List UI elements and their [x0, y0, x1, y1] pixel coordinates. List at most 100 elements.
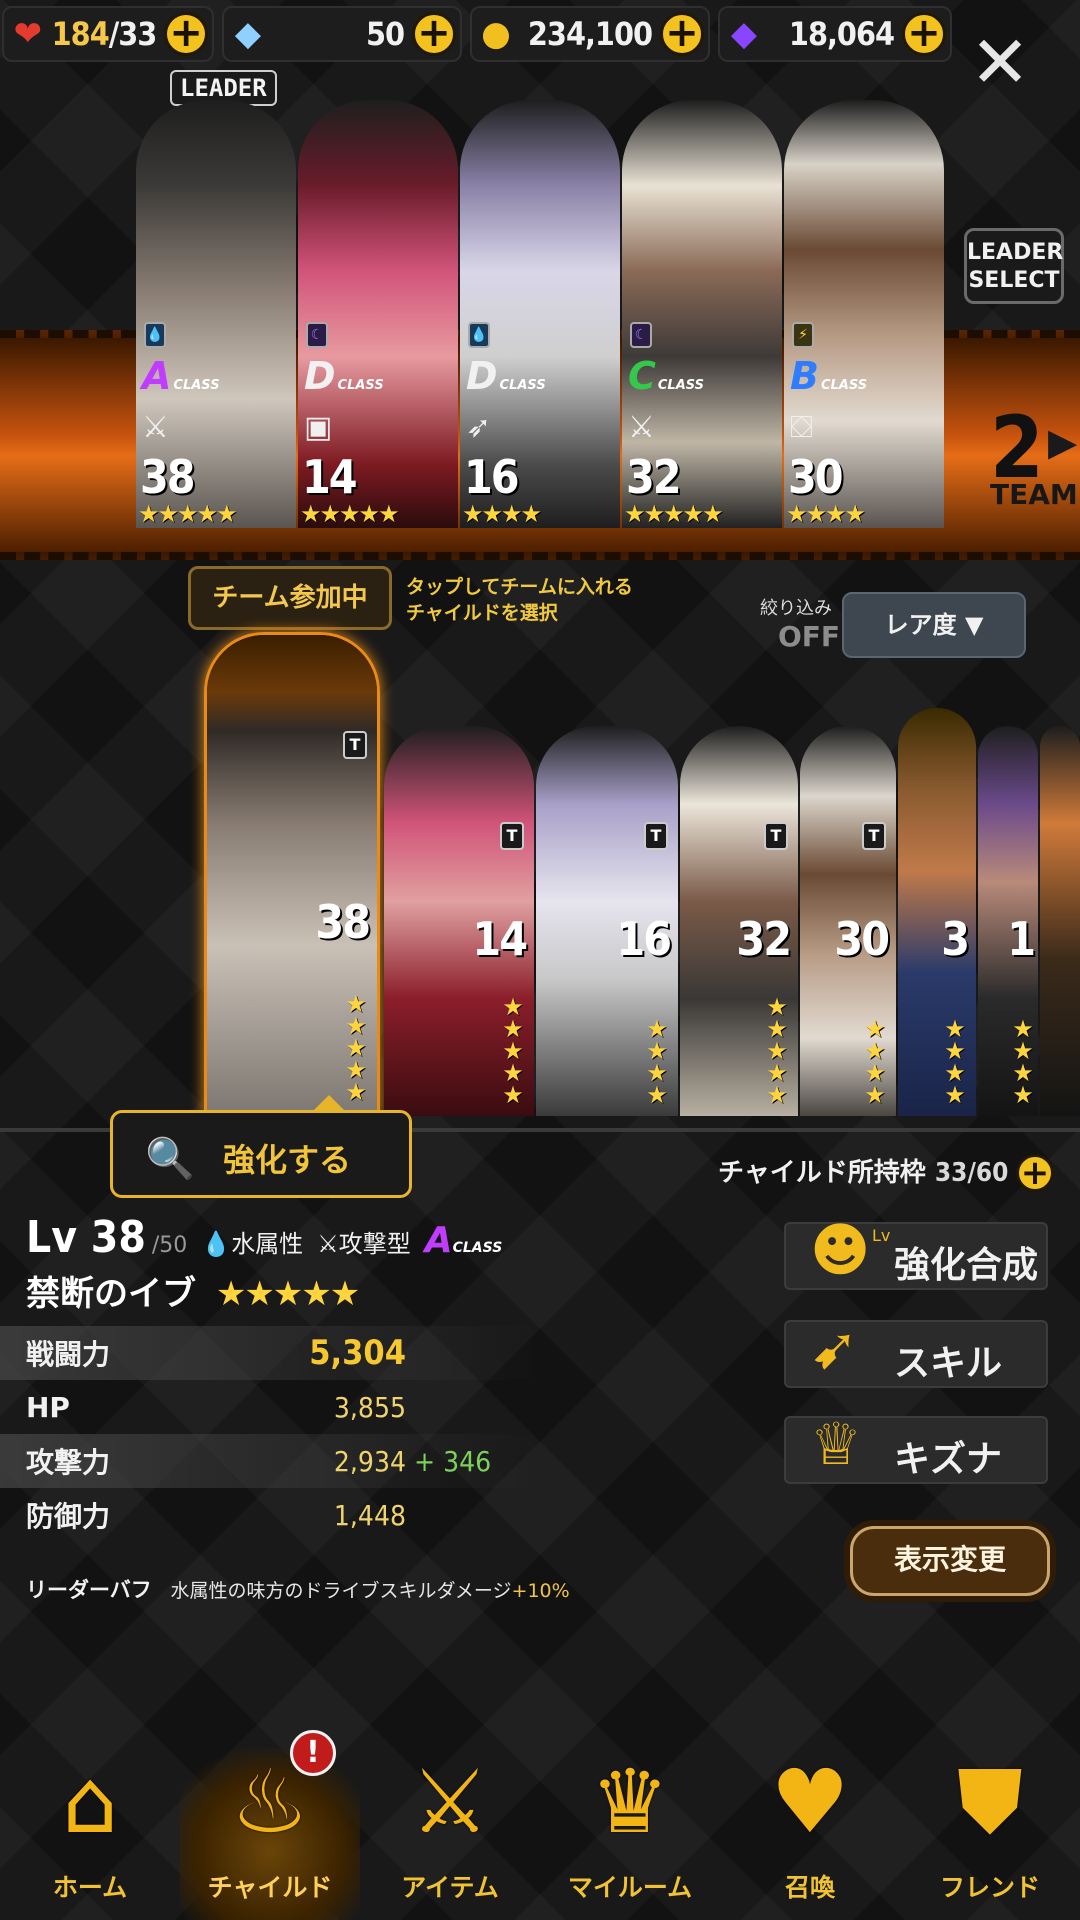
winged-emblem-icon: ♕	[810, 1410, 862, 1478]
member-stars: ★★★★	[462, 500, 542, 528]
add-stamina-button[interactable]: +	[164, 12, 208, 56]
enhance-synthesis-button[interactable]: ☻ Lv 強化合成	[784, 1216, 1048, 1290]
add-capacity-button[interactable]: +	[1016, 1154, 1054, 1192]
roster-level: 30	[834, 912, 890, 966]
attack-type-icon: ⚔	[628, 410, 655, 445]
nav-child[interactable]: ♨ チャイルド	[180, 1748, 360, 1920]
level-line: Lv 38 /50 💧水属性 ⚔攻撃型 ACLASS	[26, 1212, 502, 1263]
diamond-icon: ◆	[730, 14, 758, 54]
shield-icon: ⛊	[956, 1750, 1023, 1853]
class-letter: C	[628, 354, 656, 398]
close-button[interactable]: ✕	[968, 26, 1032, 98]
nav-summon[interactable]: ♥ 召喚	[720, 1748, 900, 1920]
roster-stars: ★ ★ ★ ★ ★	[502, 993, 524, 1109]
water-icon: 💧	[468, 322, 490, 348]
team-member-card[interactable]: 💧 D CLASS ➶ 16 ★★★★	[460, 100, 620, 528]
person-level-icon: ☻	[810, 1216, 871, 1284]
nav-item[interactable]: ⚔ アイテム	[360, 1748, 540, 1920]
leader-select-button[interactable]: LEADER SELECT	[964, 228, 1064, 304]
leader-select-label: LEADER SELECT	[967, 240, 1064, 293]
child-level: Lv 38	[26, 1212, 146, 1263]
enhance-label: 強化する	[223, 1141, 352, 1179]
team-member-card[interactable]: 💧 A CLASS ⚔ 38 ★★★★★	[136, 100, 296, 528]
member-level: 14	[302, 450, 358, 504]
stat-row: 攻撃力 2,934 + 346	[0, 1434, 540, 1488]
child-name: 禁断のイブ	[26, 1274, 196, 1314]
roster-card-selected[interactable]: T 38 ★ ★ ★ ★ ★	[204, 632, 380, 1116]
gold-icon: ●	[481, 14, 511, 54]
roster-card[interactable]: 3 ★ ★ ★ ★	[898, 708, 976, 1116]
roster-level: 16	[616, 912, 672, 966]
stamina-counter: ❤ 184/33 +	[2, 6, 214, 62]
team-member-card[interactable]: ⚡ B CLASS ⛋ 30 ★★★★	[784, 100, 944, 528]
stamina-max: 33	[118, 15, 157, 53]
dark-icon: ☾	[306, 322, 328, 348]
defense-type-icon: ▣	[304, 410, 333, 445]
roster-stars: ★ ★ ★ ★	[1012, 1015, 1034, 1109]
roster-card[interactable]	[1040, 726, 1080, 1116]
dark-icon: ☾	[630, 322, 652, 348]
add-gem-button[interactable]: +	[412, 12, 456, 56]
team-tag-icon: T	[500, 822, 524, 850]
gem-value: 50	[365, 15, 405, 53]
roster-card[interactable]: 1 ★ ★ ★ ★	[978, 726, 1038, 1116]
sword-shield-icon: ⚔	[410, 1750, 490, 1853]
filter-label: 絞り込み	[760, 598, 832, 619]
crystal-value: 18,064	[788, 15, 895, 53]
nav-home[interactable]: ⌂ ホーム	[0, 1748, 180, 1920]
child-level-max: /50	[151, 1233, 188, 1258]
team-tag-icon: T	[343, 731, 367, 759]
selection-hint: タップしてチームに入れる チャイルドを選択	[406, 576, 633, 624]
nav-friend[interactable]: ⛊ フレンド	[900, 1748, 1080, 1920]
stamina-current: 184	[51, 15, 110, 53]
team-tag-icon: T	[862, 822, 886, 850]
bottom-nav: ⌂ ホーム ♨ チャイルド ⚔ アイテム ♛ マイルーム ♥ 召喚 ⛊ フレンド	[0, 1748, 1080, 1920]
crystal-counter: ◆ 18,064 +	[718, 6, 952, 62]
crown-icon: ♛	[590, 1750, 670, 1853]
element-label: 水属性	[231, 1230, 304, 1258]
nav-myroom[interactable]: ♛ マイルーム	[540, 1748, 720, 1920]
gold-counter: ● 234,100 +	[470, 6, 710, 62]
team-member-card[interactable]: ☾ C CLASS ⚔ 32 ★★★★★	[622, 100, 782, 528]
skill-button[interactable]: ➹ スキル	[784, 1314, 1048, 1388]
roster-card[interactable]: T 14 ★ ★ ★ ★ ★	[384, 726, 534, 1116]
type-label: 攻撃型	[338, 1230, 411, 1258]
member-level: 16	[464, 450, 520, 504]
joined-team-button[interactable]: チーム参加中	[188, 566, 392, 630]
roster-stars: ★ ★ ★ ★ ★	[766, 993, 788, 1109]
stat-row: HP 3,855	[26, 1390, 406, 1424]
add-crystal-button[interactable]: +	[902, 12, 946, 56]
search-icon: 🔍	[145, 1136, 195, 1182]
view-change-button[interactable]: 表示変更	[850, 1526, 1050, 1596]
member-stars: ★★★★★	[138, 500, 238, 528]
balance-type-icon: ⛋	[790, 410, 813, 445]
class-letter: A	[424, 1220, 453, 1261]
kizuna-button[interactable]: ♕ キズナ	[784, 1410, 1048, 1484]
light-icon: ⚡	[792, 322, 814, 348]
roster-level: 3	[941, 912, 970, 966]
gem-icon: ◆	[234, 14, 262, 54]
potion-icon: ♥	[770, 1750, 850, 1853]
team-member-card[interactable]: ☾ D CLASS ▣ 14 ★★★★★	[298, 100, 458, 528]
add-gold-button[interactable]: +	[660, 12, 704, 56]
enhance-button[interactable]: 🔍 強化する	[110, 1095, 412, 1198]
character-portrait	[1040, 726, 1080, 1116]
roster-card[interactable]: T 16 ★ ★ ★ ★	[536, 726, 678, 1116]
roster-card[interactable]: T 30 ★ ★ ★ ★	[800, 726, 896, 1116]
roster-level: 1	[1007, 912, 1036, 966]
resource-bar: ❤ 184/33 + ◆ 50 + ● 234,100 + ◆ 18,064 +	[0, 0, 1080, 70]
water-icon: 💧	[201, 1230, 232, 1258]
attack-type-icon: ⚔	[142, 410, 169, 445]
child-name-line: 禁断のイブ ★★★★★	[26, 1266, 360, 1315]
child-capacity: チャイルド所持枠 33/60	[718, 1158, 1009, 1188]
class-word: CLASS	[452, 1240, 503, 1256]
roster-card[interactable]: T 32 ★ ★ ★ ★ ★	[680, 726, 798, 1116]
child-stars: ★★★★★	[215, 1274, 360, 1314]
speed-type-icon: ➶	[466, 410, 492, 445]
class-letter: A	[142, 354, 172, 398]
stat-row: 防御力 1,448	[26, 1498, 406, 1534]
roster-stars: ★ ★ ★ ★	[646, 1015, 668, 1109]
attack-type-icon: ⚔	[317, 1230, 339, 1258]
roster-stars: ★ ★ ★ ★ ★	[345, 990, 367, 1106]
next-team-arrow-icon[interactable]: ▶	[1048, 420, 1077, 464]
